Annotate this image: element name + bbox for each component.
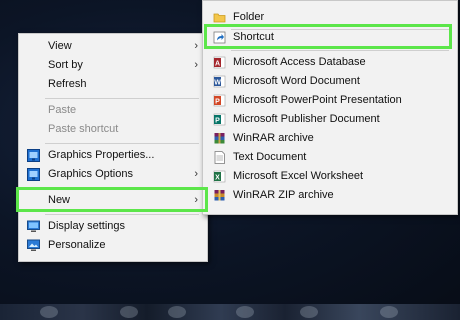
powerpoint-icon: P xyxy=(213,94,226,107)
submenu-item-winrar-archive[interactable]: WinRAR archive xyxy=(203,129,457,148)
svg-text:P: P xyxy=(215,99,220,106)
menu-item-label: Graphics Properties... xyxy=(48,149,155,161)
submenu-item-label: WinRAR archive xyxy=(233,132,314,144)
taskbar xyxy=(0,304,460,320)
submenu-item-label: Folder xyxy=(233,11,265,23)
access-icon: A xyxy=(213,56,226,69)
submenu-item-access-database[interactable]: A Microsoft Access Database xyxy=(203,53,457,72)
submenu-item-label: Microsoft Publisher Document xyxy=(233,113,380,125)
submenu-item-label: Microsoft Excel Worksheet xyxy=(233,170,364,182)
submenu-item-label: WinRAR ZIP archive xyxy=(233,189,334,201)
winrar-zip-icon xyxy=(214,190,225,201)
menu-item-graphics-options[interactable]: Graphics Options › xyxy=(19,165,207,184)
menu-item-label: New xyxy=(48,194,71,206)
text-document-icon xyxy=(214,151,225,164)
submenu-item-excel-worksheet[interactable]: X Microsoft Excel Worksheet xyxy=(203,167,457,186)
menu-item-label: Paste shortcut xyxy=(48,123,119,135)
svg-text:W: W xyxy=(214,80,221,87)
svg-text:P: P xyxy=(215,118,220,125)
submenu-item-winrar-zip-archive[interactable]: WinRAR ZIP archive xyxy=(203,186,457,205)
shortcut-icon xyxy=(213,31,226,44)
menu-item-refresh[interactable]: Refresh xyxy=(19,75,207,94)
submenu-item-label: Microsoft Access Database xyxy=(233,56,366,68)
menu-item-label: Display settings xyxy=(48,220,126,232)
graphics-properties-icon xyxy=(27,149,40,162)
menu-item-view[interactable]: View › xyxy=(19,37,207,56)
menu-item-graphics-properties[interactable]: Graphics Properties... xyxy=(19,146,207,165)
menu-item-label: Personalize xyxy=(48,239,106,251)
taskbar-icon[interactable] xyxy=(40,306,58,318)
svg-text:A: A xyxy=(215,61,220,68)
menu-item-label: Paste xyxy=(48,104,77,116)
folder-icon xyxy=(213,13,226,23)
desktop-context-menu: View › Sort by › Refresh Paste Paste sho… xyxy=(18,33,208,262)
submenu-item-label: Microsoft PowerPoint Presentation xyxy=(233,94,402,106)
submenu-item-publisher-document[interactable]: P Microsoft Publisher Document xyxy=(203,110,457,129)
menu-separator xyxy=(231,50,449,51)
menu-item-label: View xyxy=(48,40,72,52)
taskbar-icon[interactable] xyxy=(168,306,186,318)
taskbar-icon[interactable] xyxy=(236,306,254,318)
menu-separator xyxy=(45,214,199,215)
svg-text:X: X xyxy=(215,175,220,182)
display-settings-icon xyxy=(27,220,40,232)
submenu-item-label: Shortcut xyxy=(233,31,274,43)
chevron-right-icon: › xyxy=(194,59,198,71)
submenu-item-word-document[interactable]: W Microsoft Word Document xyxy=(203,72,457,91)
word-icon: W xyxy=(213,75,226,88)
menu-item-new[interactable]: New › xyxy=(19,191,207,210)
menu-item-paste[interactable]: Paste xyxy=(19,101,207,120)
submenu-item-label: Text Document xyxy=(233,151,307,163)
submenu-item-powerpoint-presentation[interactable]: P Microsoft PowerPoint Presentation xyxy=(203,91,457,110)
submenu-item-folder[interactable]: Folder xyxy=(203,8,457,27)
menu-separator xyxy=(45,188,199,189)
submenu-item-shortcut[interactable]: Shortcut xyxy=(203,28,457,47)
personalize-icon xyxy=(27,239,40,251)
submenu-item-text-document[interactable]: Text Document xyxy=(203,148,457,167)
graphics-options-icon xyxy=(27,168,40,181)
publisher-icon: P xyxy=(213,113,226,126)
submenu-item-label: Microsoft Word Document xyxy=(233,75,360,87)
new-submenu: Folder Shortcut A Microsoft Access Datab… xyxy=(202,0,458,215)
menu-item-display-settings[interactable]: Display settings xyxy=(19,217,207,236)
winrar-icon xyxy=(214,133,225,144)
chevron-right-icon: › xyxy=(194,194,198,206)
taskbar-icon[interactable] xyxy=(120,306,138,318)
chevron-right-icon: › xyxy=(194,40,198,52)
taskbar-icon[interactable] xyxy=(300,306,318,318)
menu-item-label: Graphics Options xyxy=(48,168,133,180)
menu-item-label: Sort by xyxy=(48,59,83,71)
chevron-right-icon: › xyxy=(194,168,198,180)
menu-item-personalize[interactable]: Personalize xyxy=(19,236,207,255)
menu-separator xyxy=(45,143,199,144)
menu-item-label: Refresh xyxy=(48,78,87,90)
taskbar-icon[interactable] xyxy=(380,306,398,318)
menu-separator xyxy=(45,98,199,99)
menu-item-sort-by[interactable]: Sort by › xyxy=(19,56,207,75)
excel-icon: X xyxy=(213,170,226,183)
menu-item-paste-shortcut[interactable]: Paste shortcut xyxy=(19,120,207,139)
